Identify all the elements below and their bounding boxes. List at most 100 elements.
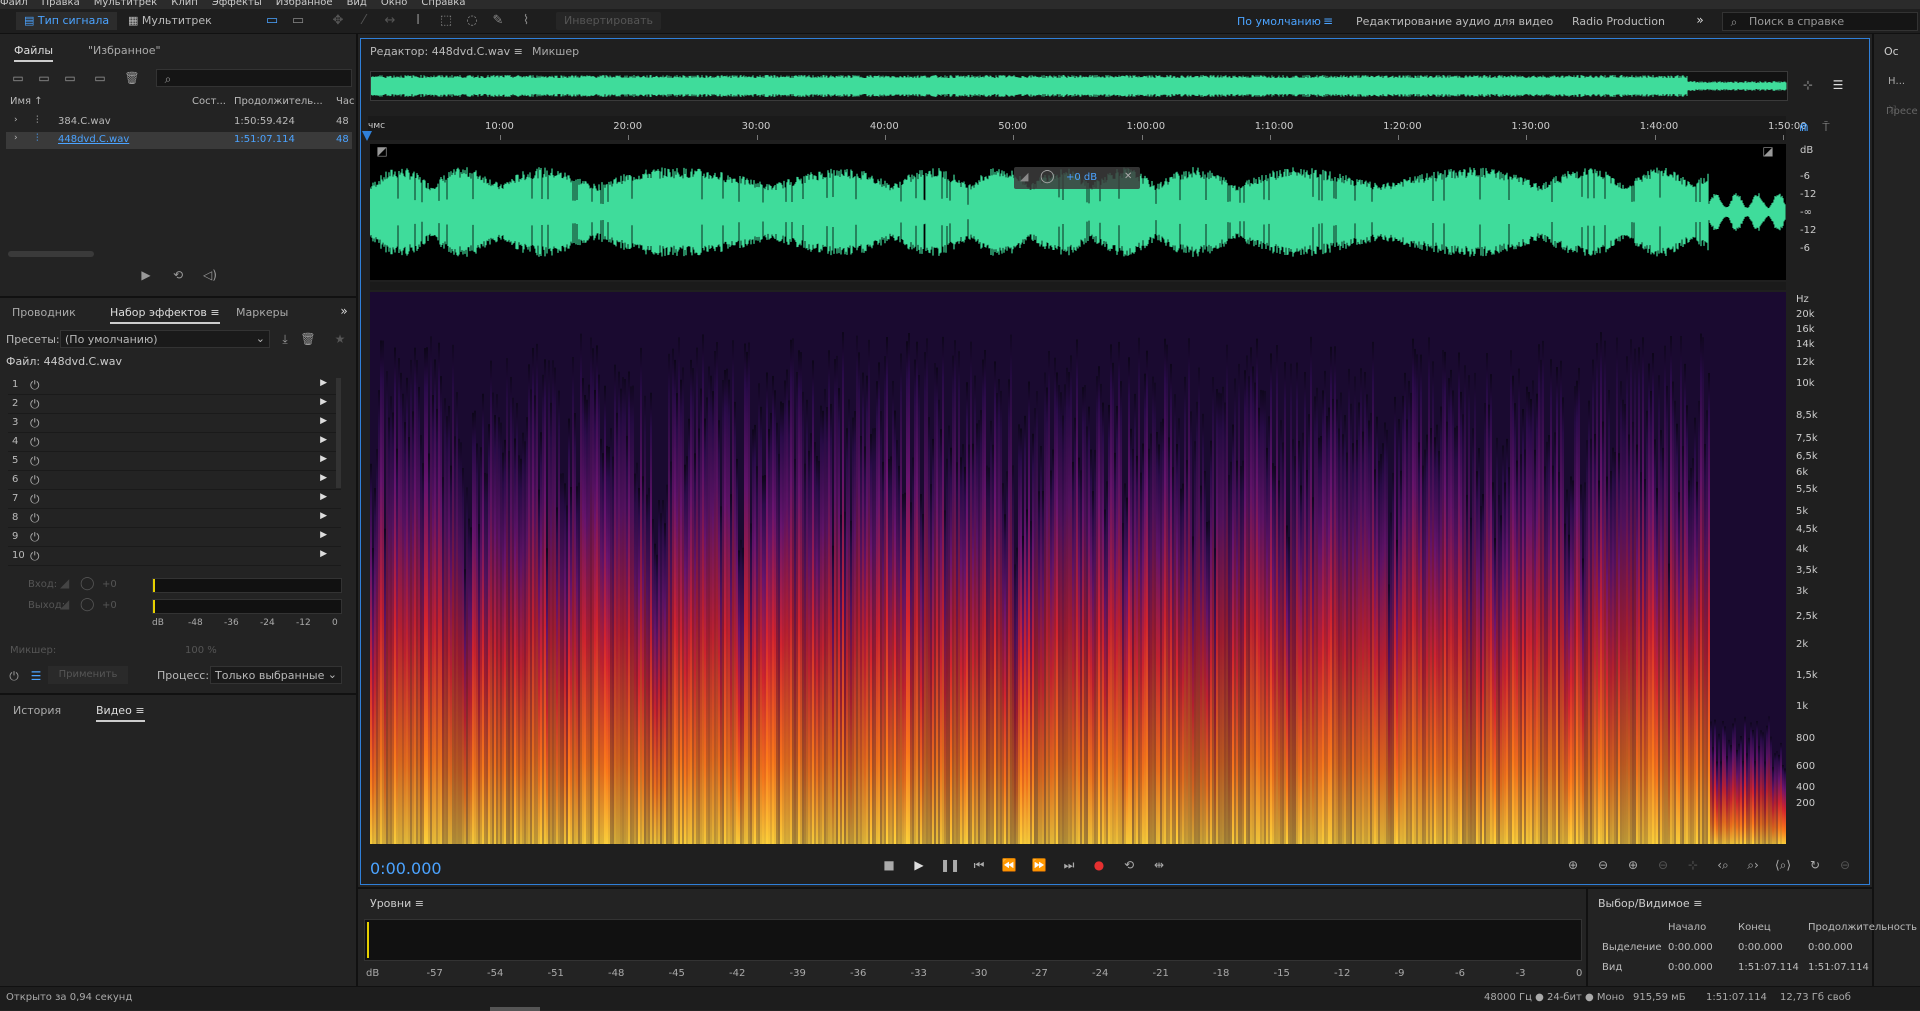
workspace-audio-video[interactable]: Редактирование аудио для видео	[1356, 15, 1553, 28]
zoom-full-icon[interactable]: ⊹	[1684, 856, 1702, 874]
zoom-out-time-icon[interactable]: ⊖	[1654, 856, 1672, 874]
brush-tool-icon[interactable]: ✎	[490, 13, 506, 29]
workspace-menu-icon[interactable]: ≡	[1320, 14, 1336, 28]
effect-slot[interactable]: 1 ⏻ ▶	[8, 376, 341, 395]
expand-arrow-icon[interactable]: ▶	[320, 454, 327, 464]
expand-arrow-icon[interactable]: ▶	[320, 416, 327, 426]
editor-tab[interactable]: Редактор: 448dvd.C.wav ≡	[370, 45, 523, 58]
lasso-tool-icon[interactable]: ◌	[464, 13, 480, 29]
new-file-icon[interactable]: ▭	[62, 71, 78, 85]
stop-icon[interactable]: ■	[880, 856, 898, 874]
fast-forward-icon[interactable]: ⏩	[1030, 856, 1048, 874]
menu-item[interactable]: Файл	[0, 0, 28, 8]
skip-selection-icon[interactable]: ⇹	[1150, 856, 1168, 874]
time-ruler[interactable]	[368, 116, 1786, 140]
marquee-tool-icon[interactable]: ⬚	[438, 13, 454, 29]
effect-slot[interactable]: 6 ⏻ ▶	[8, 471, 341, 490]
power-icon[interactable]: ⏻	[30, 473, 40, 488]
open-folder-icon[interactable]: ▭	[10, 71, 26, 85]
zoom-reset-icon[interactable]: ↻	[1806, 856, 1824, 874]
tab-video[interactable]: Видео ≡	[96, 704, 145, 722]
right-panel-item[interactable]: Н...	[1888, 76, 1905, 87]
tab-effects-rack[interactable]: Набор эффектов ≡	[110, 306, 220, 324]
pin-icon[interactable]: ⍑	[1818, 120, 1834, 135]
col-duration[interactable]: Продолжитель...	[234, 96, 323, 107]
hud-knob-icon[interactable]: ◯	[1040, 169, 1055, 184]
play-icon[interactable]: ▶	[910, 856, 928, 874]
file-row[interactable]: › ⫶ 384.C.wav 1:50:59.424 48	[6, 114, 352, 131]
loop-icon[interactable]: ⟲	[170, 268, 186, 282]
presets-select[interactable]: (По умолчанию) ⌄	[60, 330, 270, 348]
right-panel-presets[interactable]: Пресе	[1886, 106, 1918, 117]
hud-gain-value[interactable]: +0 dB	[1066, 172, 1097, 183]
file-row-selected[interactable]: › ⫶ 448dvd.C.wav 1:51:07.114 48	[6, 132, 352, 149]
effect-slot[interactable]: 8 ⏻ ▶	[8, 509, 341, 528]
menu-item[interactable]: Мультитрек	[94, 0, 158, 8]
effect-slot[interactable]: 10 ⏻ ▶	[8, 547, 341, 566]
effect-slot[interactable]: 5 ⏻ ▶	[8, 452, 341, 471]
split-handle[interactable]	[370, 282, 1786, 290]
tab-files[interactable]: Файлы	[14, 44, 54, 62]
rack-list-icon[interactable]: ☰	[28, 669, 44, 683]
col-name[interactable]: Имя ↑	[10, 96, 43, 107]
fade-in-handle-icon[interactable]: ◩	[374, 144, 390, 158]
apply-button[interactable]: Применить	[48, 666, 128, 684]
spot-healing-tool-icon[interactable]: ⌇	[518, 13, 534, 29]
selection-end[interactable]: 0:00.000	[1738, 942, 1783, 953]
levels-title[interactable]: Уровни ≡	[370, 897, 424, 910]
mixer-tab[interactable]: Микшер	[532, 45, 579, 58]
horizontal-scrollbar[interactable]	[8, 251, 94, 257]
waveform-display-icon[interactable]: ▭	[264, 13, 280, 29]
selection-start[interactable]: 0:00.000	[1668, 942, 1713, 953]
expand-arrow-icon[interactable]: ▶	[320, 473, 327, 483]
menu-item[interactable]: Клип	[171, 0, 198, 8]
expand-arrow-icon[interactable]: ▶	[320, 549, 327, 559]
waveform-view-button[interactable]: ▤ Тип сигнала	[16, 12, 118, 30]
snap-magnet-icon[interactable]: ⋒	[1796, 120, 1812, 134]
workspace-radio-production[interactable]: Radio Production	[1572, 15, 1665, 28]
power-icon[interactable]: ⏻	[30, 549, 40, 564]
output-gain-knob-icon[interactable]: ◯	[80, 597, 95, 612]
menu-item[interactable]: Правка	[42, 0, 80, 8]
insert-icon[interactable]: ▭	[92, 71, 108, 85]
play-icon[interactable]: ▶	[138, 268, 154, 282]
menu-item[interactable]: Эффекты	[212, 0, 262, 8]
power-icon[interactable]: ⏻	[30, 397, 40, 412]
slip-tool-icon[interactable]: ↔	[382, 13, 398, 29]
zoom-out-full-icon[interactable]: ⊹	[1800, 78, 1816, 92]
panel-menu-icon[interactable]: ≡	[415, 897, 424, 910]
delete-icon[interactable]: 🗑	[124, 71, 140, 85]
spectral-display-icon[interactable]: ▭	[290, 13, 306, 29]
panel-menu-icon[interactable]: ≡	[210, 306, 219, 319]
list-view-icon[interactable]: ☰	[1830, 78, 1846, 92]
workspace-default[interactable]: По умолчанию	[1237, 15, 1321, 28]
multitrack-view-button[interactable]: ▦ Мультитрек	[120, 12, 220, 30]
view-duration[interactable]: 1:51:07.114	[1808, 962, 1869, 973]
invert-button[interactable]: Инвертировать	[556, 12, 662, 30]
rack-power-icon[interactable]: ⏻	[6, 669, 22, 684]
selection-duration[interactable]: 0:00.000	[1808, 942, 1853, 953]
expand-icon[interactable]: ›	[14, 115, 18, 125]
power-icon[interactable]: ⏻	[30, 492, 40, 507]
power-icon[interactable]: ⏻	[30, 454, 40, 469]
import-icon[interactable]: ▭	[36, 71, 52, 85]
right-panel-label[interactable]: Ос	[1884, 45, 1899, 58]
tab-favorites[interactable]: "Избранное"	[88, 44, 161, 57]
effect-slot[interactable]: 2 ⏻ ▶	[8, 395, 341, 414]
waveform-display[interactable]	[369, 144, 1786, 280]
rack-scrollbar[interactable]	[336, 378, 341, 488]
fade-out-handle-icon[interactable]: ◪	[1760, 144, 1776, 158]
menu-item[interactable]: Окно	[381, 0, 408, 8]
effect-slot[interactable]: 7 ⏻ ▶	[8, 490, 341, 509]
expand-arrow-icon[interactable]: ▶	[320, 511, 327, 521]
hud-pin-icon[interactable]: ✕	[1124, 171, 1132, 182]
hud-gain-control[interactable]: ◢ ◯ +0 dB ✕	[1014, 167, 1140, 189]
col-rate[interactable]: Час	[336, 96, 354, 107]
view-end[interactable]: 1:51:07.114	[1738, 962, 1799, 973]
file-search-input[interactable]	[156, 69, 352, 87]
zoom-in-time-icon[interactable]: ⊕	[1624, 856, 1642, 874]
expand-arrow-icon[interactable]: ▶	[320, 378, 327, 388]
panel-menu-icon[interactable]: ≡	[1693, 897, 1702, 910]
save-preset-icon[interactable]: ⤓	[277, 332, 293, 347]
power-icon[interactable]: ⏻	[30, 530, 40, 545]
